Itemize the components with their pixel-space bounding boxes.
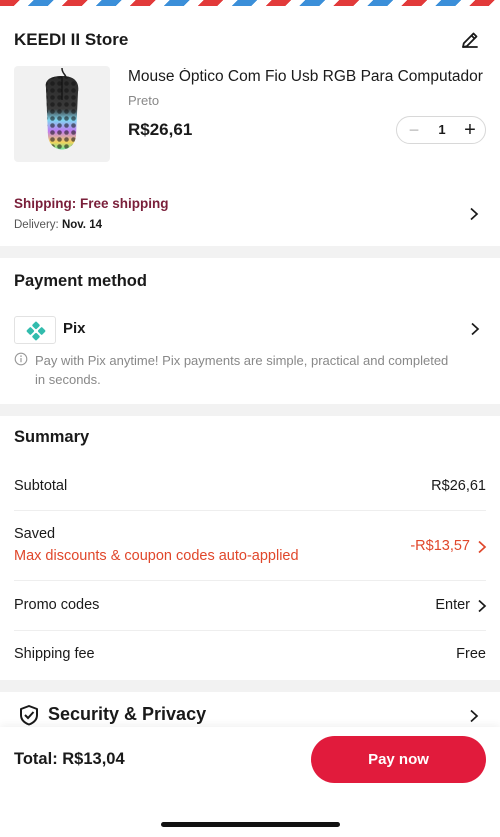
quantity-stepper: − 1 + (396, 116, 486, 144)
row-divider (14, 580, 486, 581)
edit-icon[interactable] (460, 30, 480, 50)
section-divider (0, 680, 500, 692)
delivery-label: Delivery: (14, 219, 59, 231)
section-divider (0, 246, 500, 258)
checkout-bar: Total: R$13,04 Pay now (0, 727, 500, 837)
pix-icon (26, 321, 46, 341)
shipping-info: Shipping: Free shipping (14, 196, 169, 211)
promo-chevron-right-icon[interactable] (476, 599, 488, 613)
subtotal-label: Subtotal (14, 478, 68, 494)
decrease-quantity-button[interactable]: − (405, 121, 423, 139)
security-privacy-title[interactable]: Security & Privacy (48, 704, 206, 725)
shipping-fee-value: Free (456, 646, 486, 662)
increase-quantity-button[interactable]: + (461, 120, 479, 140)
promo-codes-label: Promo codes (14, 597, 100, 613)
shipping-fee-label: Shipping fee (14, 646, 95, 662)
shipping-chevron-right-icon[interactable] (467, 207, 481, 221)
saved-value[interactable]: -R$13,57 (410, 538, 470, 554)
home-indicator[interactable] (161, 822, 340, 827)
shield-check-icon (20, 705, 38, 726)
row-divider (14, 510, 486, 511)
payment-chevron-right-icon[interactable] (468, 322, 482, 336)
product-variant: Preto (128, 93, 160, 108)
delivery-info: Delivery: Nov. 14 (14, 219, 102, 231)
row-divider (14, 630, 486, 631)
quantity-value: 1 (438, 122, 446, 137)
saved-label: Saved (14, 526, 56, 542)
product-price: R$26,61 (128, 120, 193, 139)
security-chevron-right-icon[interactable] (467, 709, 481, 723)
store-name: KEEDI II Store (14, 30, 129, 49)
summary-title: Summary (14, 428, 90, 446)
promo-codes-enter-link[interactable]: Enter (435, 597, 470, 613)
subtotal-value: R$26,61 (431, 478, 486, 494)
payment-method-pix[interactable]: Pix (63, 320, 86, 337)
pix-logo (14, 316, 56, 344)
info-icon (14, 352, 28, 366)
pay-now-button[interactable]: Pay now (311, 736, 486, 783)
delivery-date: Nov. 14 (61, 219, 102, 231)
saved-chevron-right-icon[interactable] (476, 540, 488, 554)
pix-info-text: Pay with Pix anytime! Pix payments are s… (35, 353, 449, 387)
saved-discount-note: Max discounts & coupon codes auto-applie… (14, 548, 299, 564)
product-title[interactable]: Mouse Óptico Com Fio Usb RGB Para Comput… (128, 68, 488, 86)
section-divider (0, 404, 500, 416)
mouse-image-icon (45, 67, 79, 150)
product-image[interactable] (14, 66, 110, 162)
order-total: Total: R$13,04 (14, 750, 125, 768)
payment-method-title: Payment method (14, 272, 147, 290)
